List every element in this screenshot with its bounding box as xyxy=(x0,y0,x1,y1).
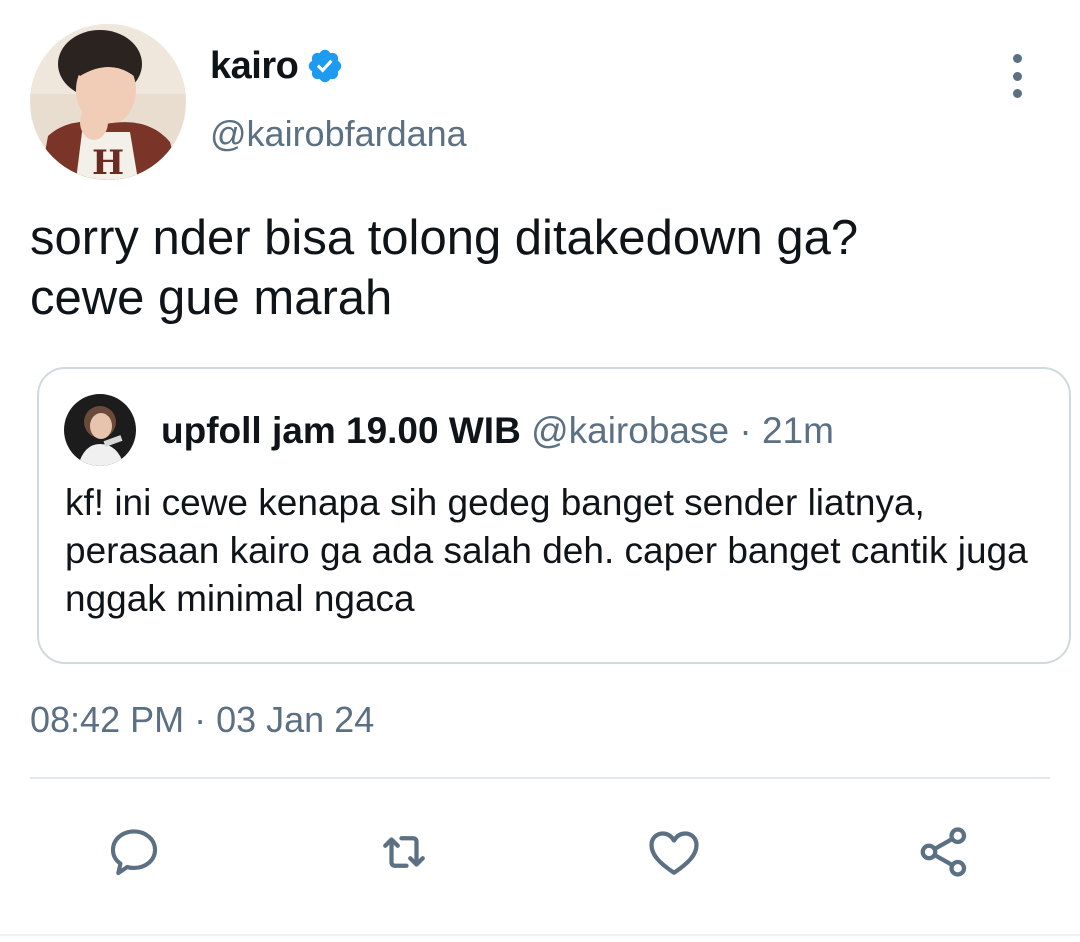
tweet-text: sorry nder bisa tolong ditakedown ga? ce… xyxy=(30,211,859,325)
quoted-avatar-image xyxy=(64,394,136,466)
quoted-header: upfoll jam 19.00 WIB @kairobase · 21m xyxy=(161,409,834,453)
author-name[interactable]: kairo xyxy=(210,42,344,90)
verified-badge-icon xyxy=(306,47,344,85)
retweet-icon[interactable] xyxy=(374,822,434,882)
author-avatar-image: H xyxy=(30,24,186,180)
more-vertical-icon[interactable] xyxy=(1000,54,1034,98)
quoted-author-name[interactable]: upfoll jam 19.00 WIB xyxy=(161,410,521,451)
tweet-detail: H kairo @kairobfardana sorry nder bisa t… xyxy=(0,0,1080,942)
author-handle[interactable]: @kairobfardana xyxy=(210,110,467,158)
bottom-divider xyxy=(0,934,1080,936)
divider xyxy=(30,777,1050,779)
quoted-time: 21m xyxy=(761,410,834,451)
svg-text:H: H xyxy=(92,143,124,180)
share-icon[interactable] xyxy=(914,822,974,882)
author-avatar[interactable]: H xyxy=(30,24,186,180)
quoted-avatar[interactable] xyxy=(64,394,136,466)
quoted-text: kf! ini cewe kenapa sih gedeg banget sen… xyxy=(65,482,1028,619)
quoted-author-handle[interactable]: @kairobase xyxy=(531,410,729,451)
tweet-timestamp[interactable]: 08:42 PM · 03 Jan 24 xyxy=(30,698,374,742)
reply-icon[interactable] xyxy=(104,822,164,882)
author-name-text: kairo xyxy=(210,45,299,87)
quoted-separator: · xyxy=(739,410,752,451)
quoted-tweet[interactable]: upfoll jam 19.00 WIB @kairobase · 21m kf… xyxy=(37,367,1071,664)
heart-icon[interactable] xyxy=(644,822,704,882)
